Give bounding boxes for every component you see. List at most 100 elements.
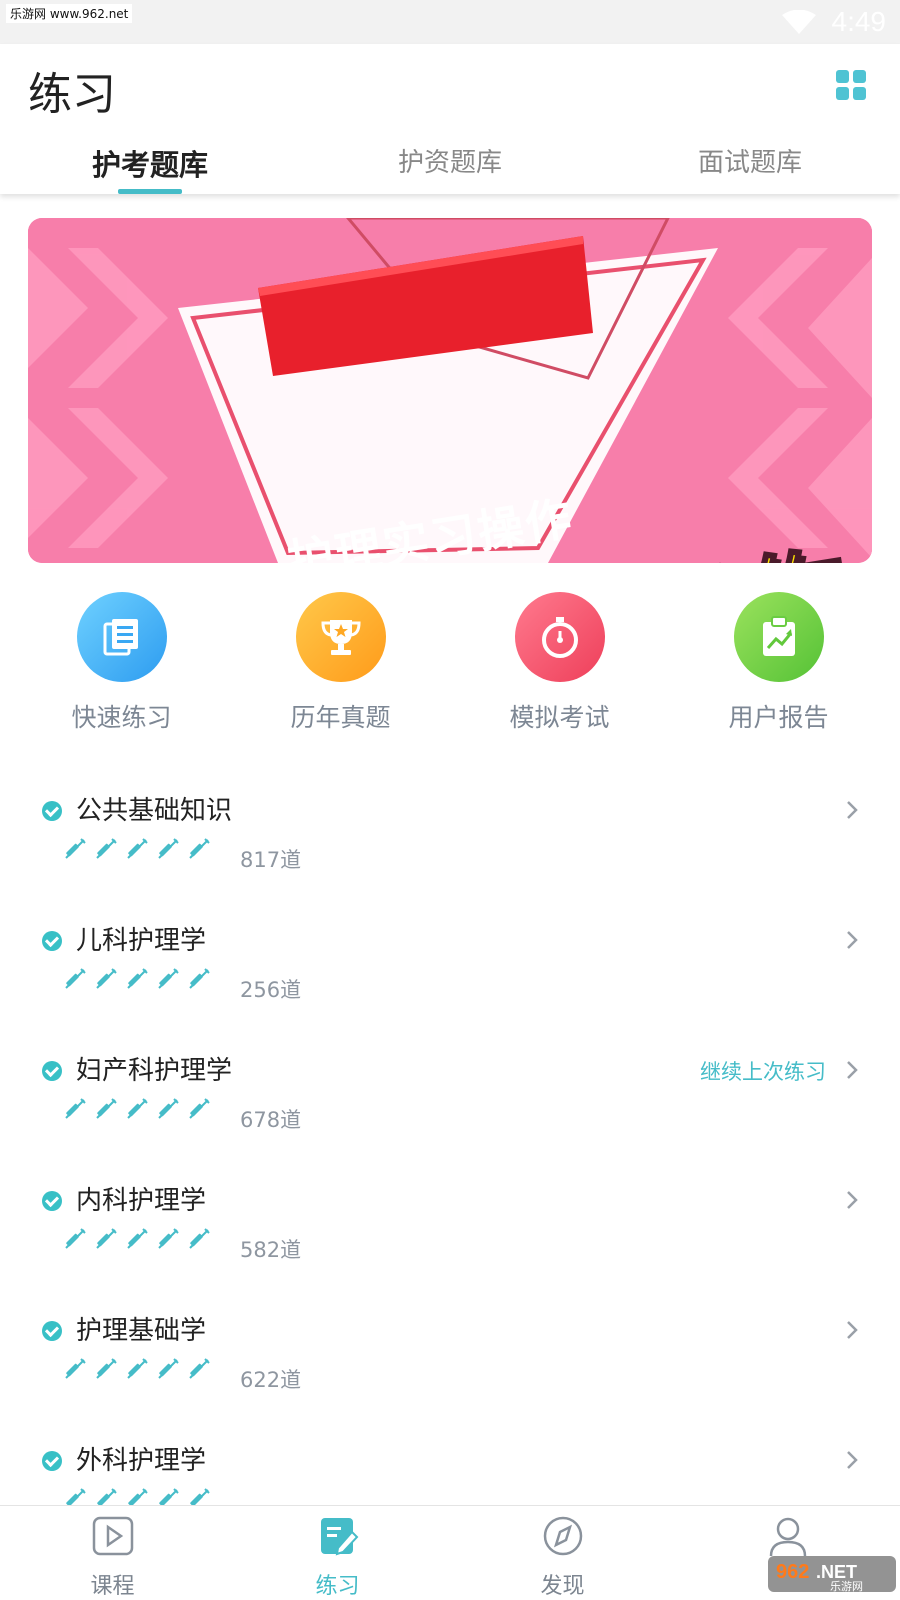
clock: 4:49 [831,6,887,37]
subject-item[interactable]: 内科护理学 582道 [0,1166,900,1296]
question-count: 817道 [240,848,302,872]
quick-actions: 快速练习 历年真题 模拟考试 用户报告 [0,592,900,742]
syringe-icon [188,1358,219,1384]
subject-item[interactable]: 公共基础知识 817道 [0,776,900,906]
action-label: 用户报告 [728,703,829,732]
chevron-right-icon [847,801,858,819]
subject-name: 妇产科护理学 [76,1056,233,1086]
stopwatch-icon [514,592,605,682]
tab-label: 面试题库 [697,148,802,178]
syringe-icon [95,1228,126,1254]
subject-list: 公共基础知识 817道 儿科护理学 256道 妇产科护理学 678道 继续上次练… [0,776,900,1556]
chevron-right-icon [847,1321,858,1339]
question-count: 678道 [240,1108,302,1132]
subject-name: 公共基础知识 [76,796,233,826]
svg-text:乐游网: 乐游网 [830,1580,863,1593]
syringe-icon [126,1098,157,1124]
report-chart-icon [733,592,824,682]
check-icon [42,1061,62,1081]
tab-mianshi[interactable]: 面试题库 [600,130,900,194]
subject-name: 外科护理学 [76,1446,207,1476]
chevron-right-icon [847,1061,858,1079]
check-icon [42,801,62,821]
syringe-icon [95,1358,126,1384]
action-label: 模拟考试 [509,703,610,732]
watermark-text: 乐游网 www.962.net [6,4,133,23]
subject-name: 护理基础学 [76,1316,207,1346]
syringe-icon [188,838,219,864]
svg-text:962: 962 [776,1561,809,1583]
past-exams-button[interactable]: 历年真题 [241,592,441,742]
check-icon [42,1451,62,1471]
tab-huzi[interactable]: 护资题库 [300,130,600,194]
subject-item[interactable]: 护理基础学 622道 [0,1296,900,1426]
tab-bar: 护考题库 护资题库 面试题库 [0,130,900,194]
syringe-icon [126,1228,157,1254]
tab-label: 护资题库 [397,148,502,178]
syringe-icon [64,968,95,994]
check-icon [42,1191,62,1211]
action-label: 快速练习 [71,703,172,732]
status-bar: 乐游网 www.962.net 4:49 [0,0,900,44]
syringe-icon [157,1098,188,1124]
syringe-icon [95,1098,126,1124]
syringe-rating [64,838,219,864]
syringe-icon [64,838,95,864]
bottom-nav: 课程 练习 发现 [0,1505,900,1600]
play-icon [92,1516,133,1556]
continue-link[interactable]: 继续上次练习 [700,1056,826,1086]
promo-banner[interactable]: 护理实习操作 口腔护理操作 [28,218,872,563]
action-label: 历年真题 [290,703,391,732]
syringe-icon [64,1098,95,1124]
practice-edit-icon [320,1518,358,1556]
syringe-icon [157,838,188,864]
syringe-icon [126,968,157,994]
syringe-icon [157,968,188,994]
check-icon [42,931,62,951]
question-count: 582道 [240,1238,302,1262]
syringe-icon [64,1228,95,1254]
page-title: 练习 [28,69,116,120]
syringe-icon [188,1228,219,1254]
svg-text:.NET: .NET [816,1562,857,1582]
app-header: 练习 护考题库 护资题库 面试题库 [0,44,900,194]
nav-label: 练习 [315,1574,360,1599]
syringe-icon [64,1358,95,1384]
syringe-icon [188,968,219,994]
check-icon [42,1321,62,1341]
grid-menu-icon[interactable] [836,70,866,100]
chevron-right-icon [847,1191,858,1209]
tab-hukao[interactable]: 护考题库 [0,130,300,194]
watermark-logo: 962 .NET 乐游网 [768,1556,896,1593]
syringe-icon [95,838,126,864]
question-count: 256道 [240,978,302,1002]
syringe-icon [126,1358,157,1384]
mock-exam-button[interactable]: 模拟考试 [460,592,660,742]
chevron-right-icon [847,931,858,949]
nav-label: 课程 [90,1574,135,1599]
nav-practice[interactable]: 练习 [225,1506,450,1600]
tab-label: 护考题库 [91,148,208,182]
nav-courses[interactable]: 课程 [0,1506,225,1600]
chevron-right-icon [847,1451,858,1469]
quick-practice-button[interactable]: 快速练习 [22,592,222,742]
question-count: 622道 [240,1368,302,1392]
syringe-rating [64,1358,219,1384]
nav-discover[interactable]: 发现 [450,1506,675,1600]
syringe-icon [95,968,126,994]
syringe-rating [64,1098,219,1124]
syringe-rating [64,1228,219,1254]
tab-active-indicator [118,189,182,194]
syringe-icon [126,838,157,864]
trophy-icon [295,592,386,682]
subject-item[interactable]: 儿科护理学 256道 [0,906,900,1036]
user-report-button[interactable]: 用户报告 [679,592,879,742]
subject-item[interactable]: 妇产科护理学 678道 继续上次练习 [0,1036,900,1166]
syringe-rating [64,968,219,994]
syringe-icon [188,1098,219,1124]
nav-label: 发现 [540,1574,585,1599]
syringe-icon [157,1358,188,1384]
book-icon [76,592,167,682]
compass-icon [543,1516,582,1556]
wifi-icon [782,10,816,34]
